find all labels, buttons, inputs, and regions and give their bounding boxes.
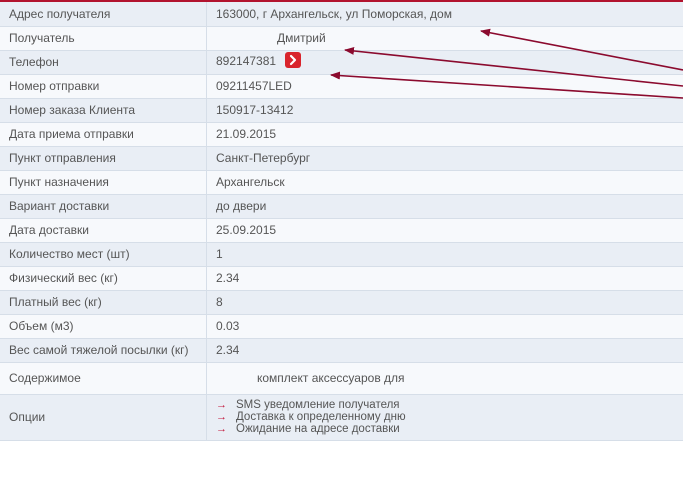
recipient-address-value: 163000, г Архангельск, ул Поморская, дом	[206, 2, 683, 27]
option-label: SMS уведомление получателя	[236, 399, 400, 411]
row-label: Пункт назначения	[0, 170, 207, 195]
table-row: Пункт отправления Санкт-Петербург	[0, 146, 683, 171]
table-row: Количество мест (шт) 1	[0, 242, 683, 267]
row-label: Дата приема отправки	[0, 122, 207, 147]
row-value: 8	[206, 290, 683, 315]
row-value: Архангельск	[206, 170, 683, 195]
recipient-name-value: Дмитрий	[206, 26, 683, 51]
row-label: Адрес получателя	[0, 2, 207, 27]
arrow-right-icon: →	[216, 423, 227, 435]
row-value: 21.09.2015	[206, 122, 683, 147]
table-row: Физический вес (кг) 2.34	[0, 266, 683, 291]
table-row: Пункт назначения Архангельск	[0, 170, 683, 195]
table-row: Содержимое комплект аксессуаров для	[0, 362, 683, 395]
table-row: Получатель Дмитрий	[0, 26, 683, 51]
row-label: Опции	[0, 394, 207, 441]
phone-cell: 892147381	[206, 50, 683, 75]
table-row: Номер заказа Клиента 150917-13412	[0, 98, 683, 123]
chevron-right-icon[interactable]	[285, 52, 302, 68]
row-label: Содержимое	[0, 362, 207, 395]
table-row: Адрес получателя 163000, г Архангельск, …	[0, 2, 683, 27]
row-label: Дата доставки	[0, 218, 207, 243]
option-label: Доставка к определенному дню	[236, 411, 406, 423]
option-item: → SMS уведомление получателя	[216, 399, 683, 411]
row-value: Санкт-Петербург	[206, 146, 683, 171]
row-label: Объем (м3)	[0, 314, 207, 339]
row-value: до двери	[206, 194, 683, 219]
row-value: 25.09.2015	[206, 218, 683, 243]
row-label: Вес самой тяжелой посылки (кг)	[0, 338, 207, 363]
row-label: Получатель	[0, 26, 207, 51]
phone-value: 892147381	[216, 54, 277, 69]
table-row: Опции → SMS уведомление получателя → Доста…	[0, 394, 683, 441]
row-label: Количество мест (шт)	[0, 242, 207, 267]
table-row: Вариант доставки до двери	[0, 194, 683, 219]
table-row: Номер отправки 09211457LED	[0, 74, 683, 99]
table-row: Телефон 892147381	[0, 50, 683, 75]
row-label: Вариант доставки	[0, 194, 207, 219]
shipment-info-table: Адрес получателя 163000, г Архангельск, …	[0, 2, 683, 441]
table-row: Платный вес (кг) 8	[0, 290, 683, 315]
row-value: 2.34	[206, 266, 683, 291]
options-cell: → SMS уведомление получателя → Доставка к …	[206, 394, 683, 441]
row-value: 09211457LED	[206, 74, 683, 99]
table-row: Дата доставки 25.09.2015	[0, 218, 683, 243]
row-label: Телефон	[0, 50, 207, 75]
contents-value: комплект аксессуаров для	[206, 362, 683, 395]
row-value: 2.34	[206, 338, 683, 363]
row-label: Платный вес (кг)	[0, 290, 207, 315]
row-value: 150917-13412	[206, 98, 683, 123]
row-label: Физический вес (кг)	[0, 266, 207, 291]
option-item: → Доставка к определенному дню	[216, 411, 683, 423]
option-item: → Ожидание на адресе доставки	[216, 423, 683, 435]
row-label: Номер отправки	[0, 74, 207, 99]
table-row: Дата приема отправки 21.09.2015	[0, 122, 683, 147]
row-label: Номер заказа Клиента	[0, 98, 207, 123]
options-list: → SMS уведомление получателя → Доставка к …	[216, 399, 683, 435]
row-label: Пункт отправления	[0, 146, 207, 171]
arrow-right-icon: →	[216, 411, 227, 423]
arrow-right-icon: →	[216, 399, 227, 411]
table-row: Вес самой тяжелой посылки (кг) 2.34	[0, 338, 683, 363]
row-value: 1	[206, 242, 683, 267]
option-label: Ожидание на адресе доставки	[236, 423, 400, 435]
table-row: Объем (м3) 0.03	[0, 314, 683, 339]
row-value: 0.03	[206, 314, 683, 339]
